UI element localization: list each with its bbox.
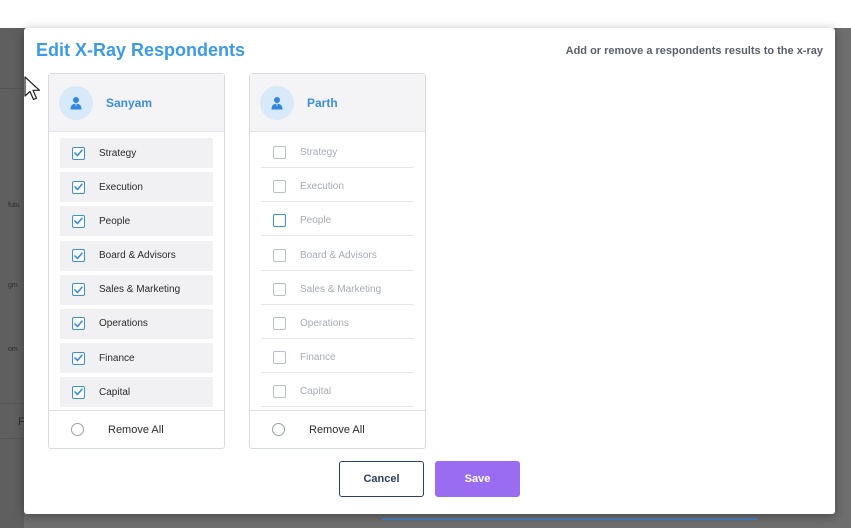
category-label: Sales & Marketing	[99, 284, 181, 296]
category-item[interactable]: Capital	[261, 377, 414, 408]
category-item[interactable]: Execution	[60, 172, 213, 203]
user-avatar-icon	[59, 85, 93, 120]
checkmark-icon	[74, 320, 83, 328]
checkbox-unchecked[interactable]	[273, 146, 286, 159]
respondent-header: Parth	[250, 74, 425, 132]
remove-all-label: Remove All	[108, 423, 164, 436]
checkbox-checked[interactable]	[72, 146, 85, 160]
respondent-card-sanyam: Sanyam Strategy Execution People Board & Adv…	[48, 73, 225, 449]
checkbox-unchecked[interactable]	[273, 351, 286, 365]
respondent-name: Sanyam	[106, 95, 153, 110]
category-label: Board & Advisors	[99, 250, 176, 262]
respondent-header: Sanyam	[49, 74, 224, 132]
remove-all-radio[interactable]	[71, 423, 84, 436]
category-label: Execution	[300, 181, 344, 193]
checkmark-icon	[74, 286, 83, 294]
category-label: Operations	[300, 317, 349, 329]
category-label: Capital	[300, 386, 332, 398]
category-label: Sales & Marketing	[300, 283, 382, 295]
backdrop-fragment: gm	[8, 282, 18, 289]
checkbox-unchecked[interactable]	[273, 180, 286, 194]
category-label: Strategy	[300, 147, 338, 158]
category-item[interactable]: Finance	[60, 343, 213, 374]
category-label: People	[99, 215, 131, 227]
checkbox-checked[interactable]	[72, 317, 85, 331]
category-item[interactable]: Sales & Marketing	[261, 275, 414, 305]
category-label: Finance	[99, 352, 135, 364]
category-item[interactable]: Operations	[261, 309, 414, 339]
checkbox-checked[interactable]	[72, 249, 85, 263]
mouse-pointer-icon	[24, 76, 41, 101]
category-item[interactable]: Operations	[60, 308, 213, 339]
checkmark-icon	[74, 251, 83, 259]
modal-title: Edit X-Ray Respondents	[36, 40, 246, 60]
category-label: Finance	[300, 352, 336, 364]
checkbox-unchecked[interactable]	[273, 385, 286, 399]
category-list: Strategy Execution People Board & Advisors S…	[250, 132, 425, 408]
category-item[interactable]: People	[261, 206, 414, 237]
backdrop-accent-line	[382, 518, 758, 520]
save-button[interactable]: Save	[435, 461, 520, 497]
backdrop-divider	[0, 438, 24, 439]
checkbox-checked[interactable]	[72, 351, 85, 365]
category-label: Strategy	[99, 147, 137, 159]
checkmark-icon	[74, 217, 83, 225]
checkmark-icon	[74, 388, 83, 396]
checkmark-icon	[74, 149, 83, 157]
remove-all-option[interactable]: Remove All	[49, 410, 224, 448]
checkmark-icon	[74, 354, 83, 362]
category-item[interactable]: Strategy	[261, 138, 414, 168]
checkbox-checked[interactable]	[72, 214, 85, 228]
category-label: Board & Advisors	[300, 249, 377, 261]
category-item[interactable]: Board & Advisors	[261, 241, 414, 271]
category-item[interactable]: People	[60, 206, 213, 237]
respondent-name: Parth	[307, 95, 338, 110]
checkbox-unchecked[interactable]	[273, 316, 286, 330]
checkbox-checked[interactable]	[72, 180, 85, 194]
remove-all-label: Remove All	[309, 423, 365, 436]
remove-all-radio[interactable]	[272, 423, 285, 436]
category-label: People	[300, 215, 332, 227]
category-list: Strategy Execution People Board & Advisors S…	[49, 132, 224, 408]
backdrop-divider	[0, 88, 24, 89]
modal-subtitle: Add or remove a respondents results to t…	[565, 45, 823, 57]
category-item[interactable]: Execution	[261, 172, 414, 203]
backdrop-divider	[0, 403, 24, 404]
checkbox-unchecked[interactable]	[273, 282, 286, 296]
category-item[interactable]: Finance	[261, 343, 414, 374]
remove-all-option[interactable]: Remove All	[250, 410, 425, 448]
category-item[interactable]: Capital	[60, 377, 213, 408]
backdrop-fragment: futu	[8, 202, 20, 209]
cancel-button[interactable]: Cancel	[339, 461, 424, 497]
backdrop-header	[0, 0, 851, 28]
checkbox-checked[interactable]	[72, 385, 85, 399]
user-avatar-icon	[260, 85, 294, 120]
checkbox-unchecked[interactable]	[273, 214, 286, 228]
checkbox-checked[interactable]	[72, 283, 85, 297]
category-label: Operations	[99, 318, 148, 330]
category-label: Execution	[99, 181, 143, 193]
category-item[interactable]: Sales & Marketing	[60, 274, 213, 305]
backdrop-fragment: om	[8, 346, 18, 353]
respondent-card-parth: Parth Strategy Execution People Board & Advi…	[249, 73, 426, 449]
checkbox-unchecked[interactable]	[273, 248, 286, 262]
category-item[interactable]: Strategy	[60, 138, 213, 168]
checkmark-icon	[74, 183, 83, 191]
category-item[interactable]: Board & Advisors	[60, 240, 213, 271]
backdrop-left-strip: futu gm om F	[0, 28, 25, 528]
category-label: Capital	[99, 386, 131, 398]
edit-respondents-modal: Edit X-Ray Respondents Add or remove a r…	[24, 28, 835, 514]
